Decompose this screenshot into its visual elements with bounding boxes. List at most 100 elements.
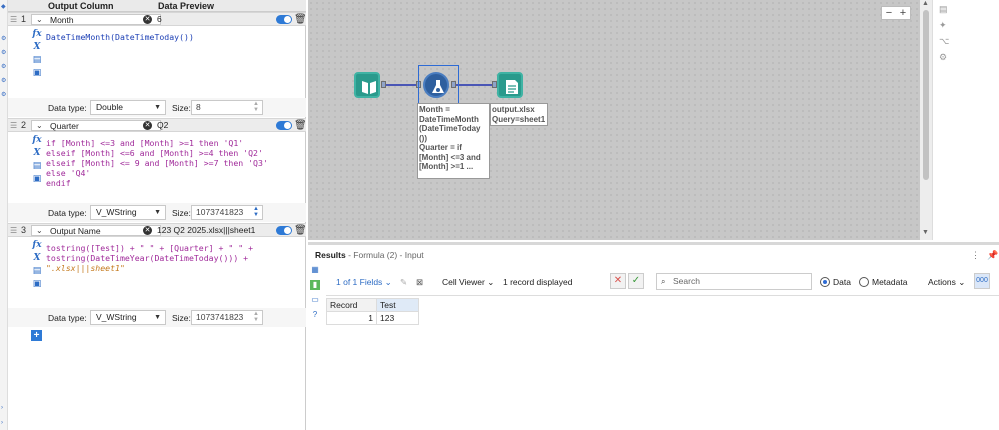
column-options-icon[interactable]: 000	[974, 273, 990, 289]
clear-icon[interactable]: ✕	[143, 15, 152, 24]
cell-viewer-selector[interactable]: Cell Viewer ⌄	[442, 277, 494, 288]
data-radio[interactable]	[820, 277, 830, 287]
canvas-scrollbar[interactable]: ▲ ▼	[920, 0, 932, 240]
data-type-select[interactable]: V_WString ▼	[90, 310, 166, 325]
expression-editor[interactable]: tostring([Test]) + " " + [Quarter] + " "…	[46, 243, 253, 273]
row-number: 1	[21, 14, 27, 24]
variables-icon[interactable]: X	[31, 252, 43, 264]
search-input[interactable]: ⌕ Search	[656, 273, 812, 290]
scroll-thumb[interactable]	[923, 10, 929, 180]
zoom-out-button[interactable]: −	[882, 7, 896, 19]
gear-icon[interactable]: ⚙	[1, 64, 7, 70]
data-type-select[interactable]: Double ▼	[90, 100, 166, 115]
saved-expressions-icon[interactable]: ▤	[31, 54, 43, 66]
workflow-canvas[interactable]	[308, 0, 932, 240]
table-row[interactable]: 1 123	[326, 311, 419, 325]
scroll-up-icon[interactable]: ▲	[922, 0, 929, 7]
data-type-select[interactable]: V_WString ▼	[90, 205, 166, 220]
close-box-icon[interactable]: ⊠	[416, 277, 423, 288]
column-header-test[interactable]: Test	[376, 298, 419, 312]
save-icon[interactable]: ▣	[31, 278, 43, 290]
trash-icon[interactable]: 🗑	[294, 14, 307, 25]
layout-icon[interactable]: ▤	[939, 4, 949, 14]
size-input[interactable]: 1073741823 ▲ ▼	[191, 205, 263, 220]
trash-icon[interactable]: 🗑	[294, 120, 307, 131]
cancel-icon[interactable]: ✕	[610, 273, 626, 289]
data-type-row: Data type: V_WString ▼ Size: 1073741823 …	[36, 204, 296, 221]
size-input[interactable]: 8 ▲ ▼	[191, 100, 263, 115]
table-icon[interactable]: ▦	[310, 265, 320, 275]
more-options-icon[interactable]: ⋮	[971, 250, 980, 261]
search-icon: ⌕	[661, 277, 666, 286]
tree-icon[interactable]: ⌥	[939, 36, 949, 46]
function-icon[interactable]: fx	[31, 134, 43, 146]
left-side-strip: ◆ ⚙ ⚙ ⚙ ⚙ ⚙ › ›	[0, 0, 8, 430]
magic-wand-icon[interactable]: ✦	[939, 20, 949, 30]
pin-icon[interactable]: ◆	[1, 4, 7, 10]
formula-row-header[interactable]: ☰ 2 ⌄ Quarter ✕ Q2 🗑	[8, 118, 307, 132]
column-header-record[interactable]: Record	[326, 298, 377, 312]
spinner-icon[interactable]: ▲ ▼	[251, 101, 261, 113]
zoom-control: − +	[881, 6, 911, 20]
chevron-down-icon: ⌄	[36, 121, 43, 130]
data-preview-value: 123 Q2 2025.xlsx|||sheet1	[157, 225, 256, 235]
document-icon[interactable]: ▭	[310, 295, 320, 305]
spinner-icon[interactable]: ▲ ▼	[251, 311, 261, 323]
fields-label: 1 of 1 Fields	[336, 277, 383, 287]
metadata-radio[interactable]	[859, 277, 869, 287]
gear-icon[interactable]: ⚙	[1, 36, 7, 42]
data-preview-value: 6	[157, 14, 162, 24]
input-data-tool[interactable]	[354, 72, 380, 98]
accept-icon[interactable]: ✓	[628, 273, 644, 289]
enable-toggle[interactable]	[276, 15, 292, 24]
formula-tool[interactable]	[423, 72, 449, 98]
flask-icon	[432, 80, 444, 93]
output-column-select[interactable]: ⌄ Quarter	[31, 120, 161, 131]
pin-icon[interactable]: 📌	[987, 250, 998, 261]
expression-editor[interactable]: if [Month] <=3 and [Month] >=1 then 'Q1'…	[46, 138, 268, 188]
variables-icon[interactable]: X	[31, 147, 43, 159]
gear-icon[interactable]: ⚙	[1, 50, 7, 56]
spinner-icon[interactable]: ▲ ▼	[251, 206, 261, 218]
chevron-right-icon[interactable]: ›	[1, 420, 7, 426]
output-column-select[interactable]: ⌄ Output Name	[31, 225, 161, 236]
edit-icon[interactable]: ✎	[400, 277, 407, 288]
expression-editor[interactable]: DateTimeMonth(DateTimeToday())	[46, 32, 194, 42]
code-line: DateTimeMonth(DateTimeToday())	[46, 32, 194, 42]
output-anchor[interactable]	[381, 81, 386, 88]
function-icon[interactable]: fx	[31, 28, 43, 40]
enable-toggle[interactable]	[276, 226, 292, 235]
save-icon[interactable]: ▣	[31, 173, 43, 185]
gear-icon[interactable]: ⚙	[1, 78, 7, 84]
saved-expressions-icon[interactable]: ▤	[31, 265, 43, 277]
gear-icon[interactable]: ⚙	[1, 92, 7, 98]
data-icon[interactable]: ▮	[310, 280, 320, 290]
drag-handle-icon[interactable]: ☰	[10, 122, 17, 130]
size-input[interactable]: 1073741823 ▲ ▼	[191, 310, 263, 325]
settings-icon[interactable]: ⚙	[939, 52, 949, 62]
saved-expressions-icon[interactable]: ▤	[31, 160, 43, 172]
actions-menu[interactable]: Actions ⌄	[928, 277, 965, 288]
variables-icon[interactable]: X	[31, 41, 43, 53]
trash-icon[interactable]: 🗑	[294, 225, 307, 236]
zoom-in-button[interactable]: +	[896, 7, 910, 19]
size-label: Size:	[172, 103, 191, 113]
output-data-tool[interactable]	[497, 72, 523, 98]
clear-icon[interactable]: ✕	[143, 226, 152, 235]
formula-row-header[interactable]: ☰ 3 ⌄ Output Name ✕ 123 Q2 2025.xlsx|||s…	[8, 223, 307, 237]
help-icon[interactable]: ?	[310, 310, 320, 320]
fields-selector[interactable]: 1 of 1 Fields ⌄	[336, 277, 392, 288]
drag-handle-icon[interactable]: ☰	[10, 227, 17, 235]
formula-row-header[interactable]: ☰ 1 ⌄ Month ✕ 6 🗑	[8, 12, 307, 26]
function-icon[interactable]: fx	[31, 239, 43, 251]
enable-toggle[interactable]	[276, 121, 292, 130]
add-formula-button[interactable]: +	[31, 330, 42, 341]
drag-handle-icon[interactable]: ☰	[10, 16, 17, 24]
record-cell: 1	[326, 311, 377, 325]
save-icon[interactable]: ▣	[31, 67, 43, 79]
scroll-down-icon[interactable]: ▼	[922, 229, 929, 236]
results-side-icons: ▦ ▮ ▭ ?	[310, 265, 324, 430]
clear-icon[interactable]: ✕	[143, 121, 152, 130]
chevron-right-icon[interactable]: ›	[1, 405, 7, 411]
output-column-select[interactable]: ⌄ Month	[31, 14, 161, 25]
